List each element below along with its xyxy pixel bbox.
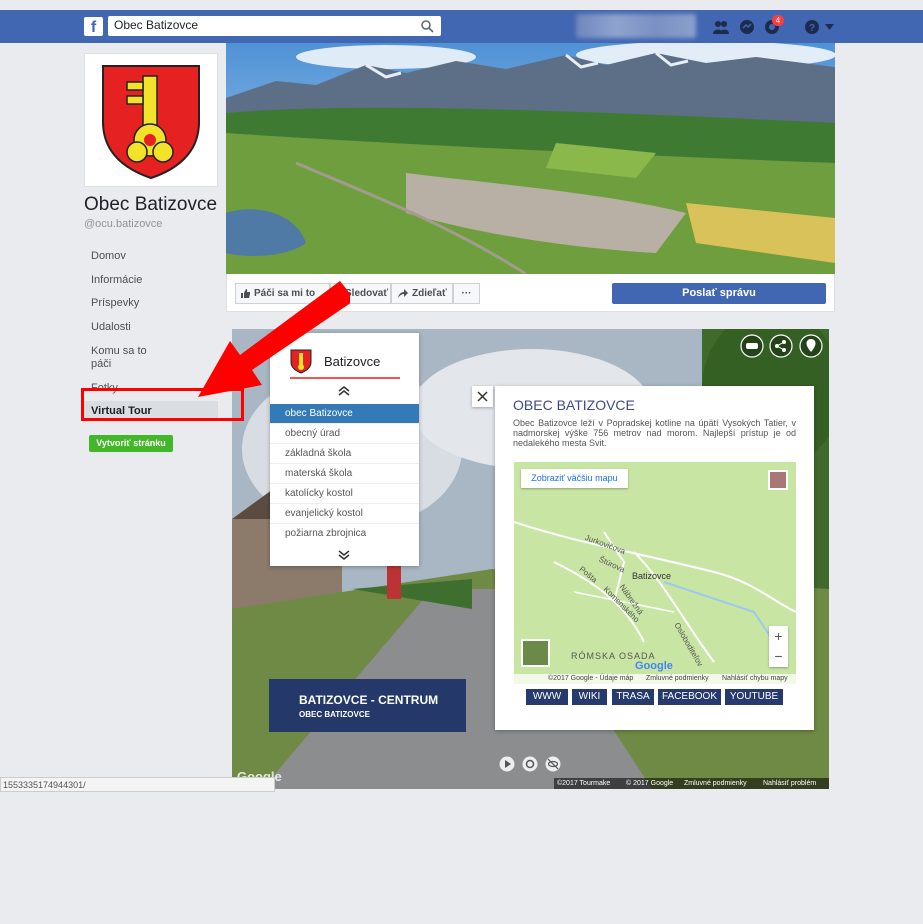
location-pin-icon[interactable] bbox=[799, 334, 823, 358]
facebook-button[interactable]: FACEBOOK bbox=[658, 689, 721, 705]
profile-picture[interactable] bbox=[84, 53, 218, 187]
footer-terms[interactable]: Zmluvné podmienky bbox=[684, 778, 747, 789]
info-description: Obec Batizovce leží v Popradskej kotline… bbox=[513, 418, 796, 448]
share-icon[interactable] bbox=[769, 334, 793, 358]
footer-tourmake[interactable]: ©2017 Tourmake bbox=[557, 778, 610, 789]
map-footer: ©2017 Google - Údaje máp Zmluvné podmien… bbox=[514, 674, 796, 684]
map-label-batizovce: Batizovce bbox=[632, 571, 672, 581]
search-input[interactable]: Obec Batizovce bbox=[108, 16, 441, 36]
location-subtitle: OBEC BATIZOVCE bbox=[299, 710, 370, 719]
tour-menu-item-poziarna-zbrojnica[interactable]: požiarna zbrojnica bbox=[270, 524, 419, 544]
footer-report[interactable]: Nahlásiť problém bbox=[763, 778, 816, 789]
map-footer-data[interactable]: ©2017 Google - Údaje máp bbox=[548, 674, 633, 684]
tour-menu-item-materska-skola[interactable]: materská škola bbox=[270, 464, 419, 484]
facebook-logo-icon[interactable]: f bbox=[84, 17, 103, 36]
tour-menu-item-zakladna-skola[interactable]: základná škola bbox=[270, 444, 419, 464]
youtube-button[interactable]: YOUTUBE bbox=[725, 689, 783, 705]
messenger-icon[interactable] bbox=[738, 18, 756, 36]
search-icon[interactable] bbox=[420, 19, 434, 33]
sidebar-item-home[interactable]: Domov bbox=[91, 250, 211, 263]
tour-footer: ©2017 Tourmake © 2017 Google Zmluvné pod… bbox=[554, 778, 829, 789]
map-pegman-thumbnail[interactable] bbox=[768, 470, 788, 490]
blurred-user-name[interactable] bbox=[576, 14, 696, 38]
sidebar-item-likes[interactable]: Komu sa to páči bbox=[91, 345, 155, 371]
create-page-button[interactable]: Vytvoriť stránku bbox=[89, 435, 173, 452]
send-message-button[interactable]: Poslať správu bbox=[612, 283, 826, 304]
svg-text:?: ? bbox=[809, 23, 815, 34]
route-button[interactable]: TRASA bbox=[612, 689, 654, 705]
help-icon[interactable]: ? bbox=[803, 18, 821, 36]
red-arrow-annotation bbox=[198, 281, 350, 397]
vr-headset-icon[interactable] bbox=[740, 334, 764, 358]
view-larger-map-link[interactable]: Zobraziť väčšiu mapu bbox=[521, 469, 628, 488]
info-title: OBEC BATIZOVCE bbox=[513, 397, 635, 413]
map-footer-report[interactable]: Nahlásiť chybu mapy bbox=[722, 674, 788, 684]
map-footer-terms[interactable]: Zmluvné podmienky bbox=[646, 674, 709, 684]
close-button[interactable] bbox=[472, 386, 493, 407]
rotate-icon[interactable] bbox=[522, 756, 538, 772]
page-handle: @ocu.batizovce bbox=[84, 218, 163, 230]
tour-menu-item-obecny-urad[interactable]: obecný úrad bbox=[270, 424, 419, 444]
cover-photo[interactable] bbox=[226, 43, 835, 274]
play-icon[interactable] bbox=[499, 756, 515, 772]
tour-menu-item-katolicky-kostol[interactable]: katolícky kostol bbox=[270, 484, 419, 504]
hide-ui-icon[interactable] bbox=[545, 756, 561, 772]
notification-badge: 4 bbox=[772, 15, 784, 26]
page-title: Obec Batizovce bbox=[84, 194, 218, 215]
share-arrow-icon bbox=[398, 289, 408, 298]
cover-landscape-image bbox=[226, 43, 835, 274]
www-button[interactable]: WWW bbox=[526, 689, 568, 705]
map-google-logo: Google bbox=[635, 660, 673, 672]
status-bar-url: 1553335174944301/ bbox=[0, 777, 275, 792]
location-title: BATIZOVCE - CENTRUM bbox=[299, 693, 439, 707]
tour-menu-item-obec[interactable]: obec Batizovce bbox=[270, 404, 419, 424]
more-options-button[interactable]: ··· bbox=[453, 283, 480, 304]
wiki-button[interactable]: WIKI bbox=[572, 689, 607, 705]
tour-menu-item-evanjelicky-kostol[interactable]: evanjelický kostol bbox=[270, 504, 419, 524]
zoom-out-button[interactable]: − bbox=[769, 647, 788, 667]
zoom-in-button[interactable]: + bbox=[769, 626, 788, 646]
chevron-down-double-icon[interactable] bbox=[337, 548, 351, 562]
chevron-down-icon[interactable] bbox=[825, 24, 834, 30]
close-icon bbox=[477, 391, 488, 402]
friends-icon[interactable] bbox=[712, 18, 730, 36]
footer-google[interactable]: © 2017 Google bbox=[626, 778, 673, 789]
coat-of-arms-icon bbox=[102, 65, 200, 180]
satellite-view-thumbnail[interactable] bbox=[521, 639, 550, 667]
